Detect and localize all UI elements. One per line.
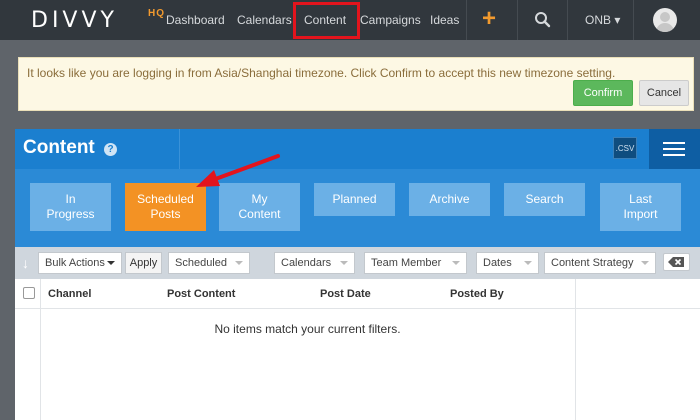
- org-switcher[interactable]: ONB ▾: [585, 13, 620, 27]
- content-header: Content ? .CSV: [15, 129, 700, 169]
- help-icon[interactable]: ?: [104, 143, 117, 156]
- select-all-checkbox[interactable]: [23, 287, 35, 299]
- empty-state-message: No items match your current filters.: [214, 322, 401, 336]
- column-channel[interactable]: Channel: [48, 288, 91, 300]
- nav-divider: [633, 0, 634, 40]
- backspace-clear-icon: [668, 257, 684, 267]
- nav-dashboard[interactable]: Dashboard: [166, 13, 225, 27]
- column-post-date[interactable]: Post Date: [320, 288, 371, 300]
- column-divider: [575, 279, 576, 420]
- nav-divider: [567, 0, 568, 40]
- confirm-button[interactable]: Confirm: [573, 80, 633, 106]
- tab-search[interactable]: Search: [504, 183, 585, 216]
- page-title: Content: [23, 137, 95, 158]
- column-post-content[interactable]: Post Content: [167, 288, 235, 300]
- org-label: ONB: [585, 13, 612, 27]
- bulk-actions-select[interactable]: Bulk Actions: [38, 252, 122, 274]
- filter-dates[interactable]: Dates: [476, 252, 539, 274]
- content-highlight-box: [293, 2, 360, 39]
- hamburger-menu-icon[interactable]: [649, 129, 700, 169]
- clear-filters-button[interactable]: [663, 253, 690, 271]
- column-posted-by[interactable]: Posted By: [450, 288, 504, 300]
- csv-export-icon[interactable]: .CSV: [613, 137, 637, 159]
- divvy-logo[interactable]: DIVVY: [31, 8, 118, 33]
- nav-divider: [517, 0, 518, 40]
- logo-hq-suffix: HQ: [148, 8, 165, 19]
- tab-last-import[interactable]: Last Import: [600, 183, 681, 231]
- top-nav: DIVVY HQ Dashboard Calendars Content Cam…: [0, 0, 700, 40]
- column-divider: [40, 279, 41, 420]
- annotation-arrow-icon: [196, 154, 280, 187]
- tab-in-progress[interactable]: In Progress: [30, 183, 111, 231]
- timezone-notice: It looks like you are logging in from As…: [18, 57, 694, 111]
- content-panel: Content ? .CSV In Progress Scheduled Posts…: [15, 129, 700, 420]
- nav-calendars[interactable]: Calendars: [237, 13, 292, 27]
- filter-team-member[interactable]: Team Member: [364, 252, 467, 274]
- filter-content-strategy[interactable]: Content Strategy: [544, 252, 656, 274]
- table-header: Channel Post Content Post Date Posted By: [15, 279, 700, 309]
- timezone-notice-text: It looks like you are logging in from As…: [27, 66, 616, 80]
- user-avatar[interactable]: [653, 8, 677, 32]
- nav-ideas[interactable]: Ideas: [430, 13, 459, 27]
- chevron-down-icon: ▾: [614, 13, 621, 27]
- filter-calendars[interactable]: Calendars: [274, 252, 355, 274]
- tab-planned[interactable]: Planned: [314, 183, 395, 216]
- filter-scheduled[interactable]: Scheduled: [168, 252, 250, 274]
- nav-divider: [466, 0, 467, 40]
- plus-icon[interactable]: +: [482, 6, 496, 32]
- nav-campaigns[interactable]: Campaigns: [360, 13, 421, 27]
- search-icon[interactable]: [534, 11, 551, 28]
- tab-archive[interactable]: Archive: [409, 183, 490, 216]
- filter-toolbar: ↓ Bulk Actions Apply Scheduled Calendars…: [15, 247, 700, 279]
- apply-button[interactable]: Apply: [125, 252, 162, 274]
- cancel-button[interactable]: Cancel: [639, 80, 689, 106]
- header-divider: [179, 129, 180, 169]
- sort-arrow-icon[interactable]: ↓: [22, 256, 29, 270]
- content-tabs: In Progress Scheduled Posts My Content Plan…: [15, 169, 700, 247]
